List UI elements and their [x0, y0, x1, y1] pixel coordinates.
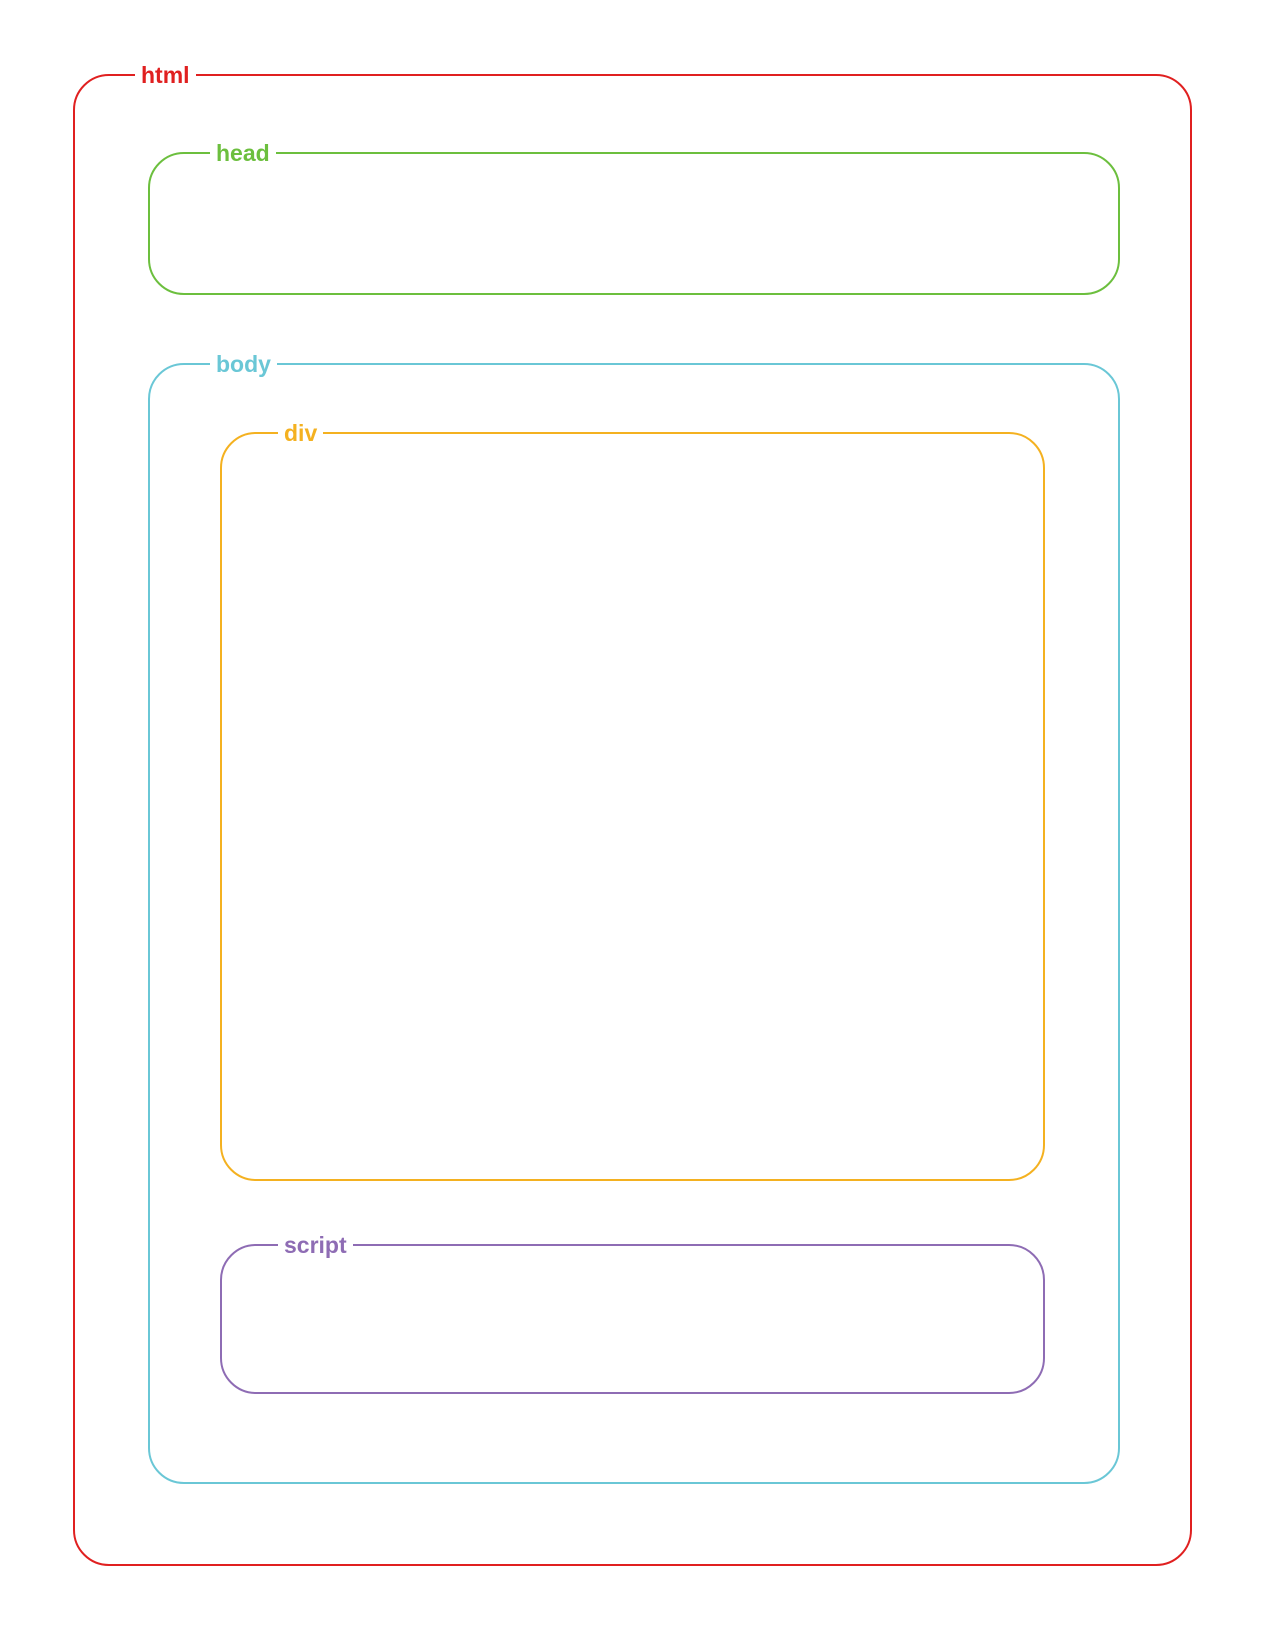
div-label: div [278, 419, 324, 447]
body-label: body [210, 350, 277, 378]
script-box: script [220, 1231, 1045, 1394]
head-box: head [148, 139, 1120, 295]
html-label: html [135, 61, 196, 89]
script-label: script [278, 1231, 353, 1259]
div-box: div [220, 419, 1045, 1181]
head-label: head [210, 139, 276, 167]
